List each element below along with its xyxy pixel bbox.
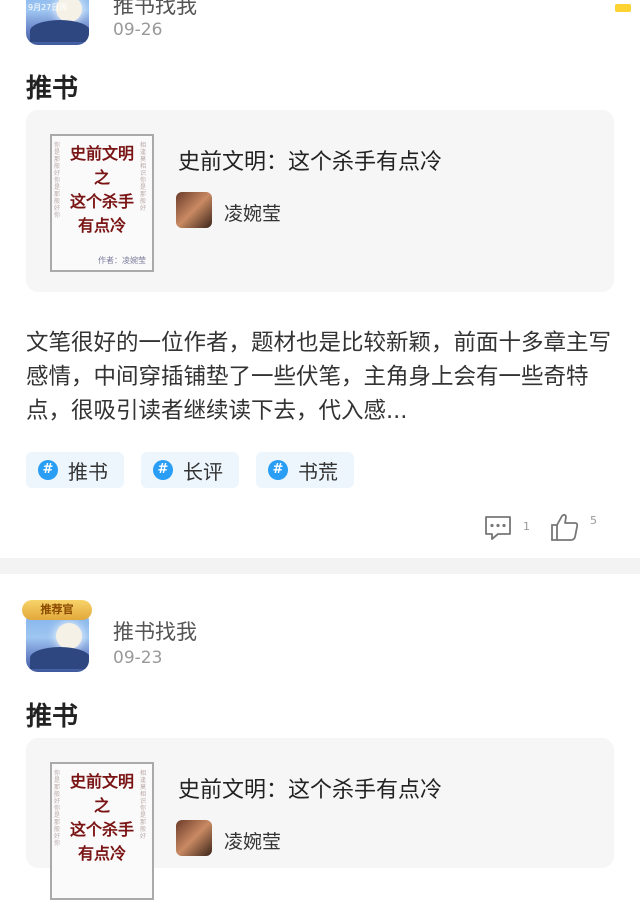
hash-icon: # <box>268 460 288 480</box>
tag-recommend[interactable]: # 推书 <box>26 452 124 488</box>
status-time: 9月27日周 <box>28 3 68 12</box>
post-divider <box>0 558 640 574</box>
book-card[interactable]: 你是那般好你是那般好你 相逢莫相识你是那般好 史前文明 之 这个杀手 有点冷 史… <box>26 738 614 900</box>
tag-book-shortage[interactable]: # 书荒 <box>256 452 354 488</box>
tag-list: # 推书 # 长评 # 书荒 <box>26 452 354 488</box>
author-name[interactable]: 凌婉莹 <box>224 827 281 854</box>
book-title[interactable]: 史前文明：这个杀手有点冷 <box>178 772 442 804</box>
hash-icon: # <box>153 460 173 480</box>
thumbs-up-icon <box>551 513 579 541</box>
user-name[interactable]: 推书找我 <box>113 0 197 20</box>
comment-count: 1 <box>523 520 530 533</box>
book-title[interactable]: 史前文明：这个杀手有点冷 <box>178 144 442 176</box>
post-date: 09-23 <box>113 648 163 668</box>
post-1: 9月27日周 推书找我 09-26 推书 你是那般好你是那般好你 相逢莫相识你是… <box>0 0 640 558</box>
recommender-badge: 推荐官 <box>22 600 92 620</box>
hash-icon: # <box>38 460 58 480</box>
book-cover: 你是那般好你是那般好你 相逢莫相识你是那般好 史前文明 之 这个杀手 有点冷 作… <box>50 134 154 272</box>
post-date: 09-26 <box>113 20 163 40</box>
post-title: 推书 <box>26 702 79 732</box>
book-cover: 你是那般好你是那般好你 相逢莫相识你是那般好 史前文明 之 这个杀手 有点冷 <box>50 762 154 900</box>
user-name[interactable]: 推书找我 <box>113 616 197 646</box>
like-button[interactable] <box>550 511 580 547</box>
post-2: 推荐官 推书找我 09-23 推书 你是那般好你是那般好你 相逢莫相识你是那般好… <box>0 574 640 900</box>
user-avatar[interactable]: 9月27日周 <box>26 0 89 45</box>
post-description[interactable]: 文笔很好的一位作者，题材也是比较新颖，前面十多章主写感情，中间穿插铺垫了一些伏笔… <box>26 326 626 428</box>
author-name[interactable]: 凌婉莹 <box>224 199 281 226</box>
comment-icon <box>485 516 511 540</box>
author-avatar <box>176 820 212 856</box>
like-count: 5 <box>590 514 597 527</box>
post-title: 推书 <box>26 74 79 104</box>
menu-indicator <box>615 4 631 12</box>
comment-button[interactable] <box>483 513 513 547</box>
tag-long-review[interactable]: # 长评 <box>141 452 239 488</box>
book-card[interactable]: 你是那般好你是那般好你 相逢莫相识你是那般好 史前文明 之 这个杀手 有点冷 作… <box>26 110 614 292</box>
author-avatar <box>176 192 212 228</box>
